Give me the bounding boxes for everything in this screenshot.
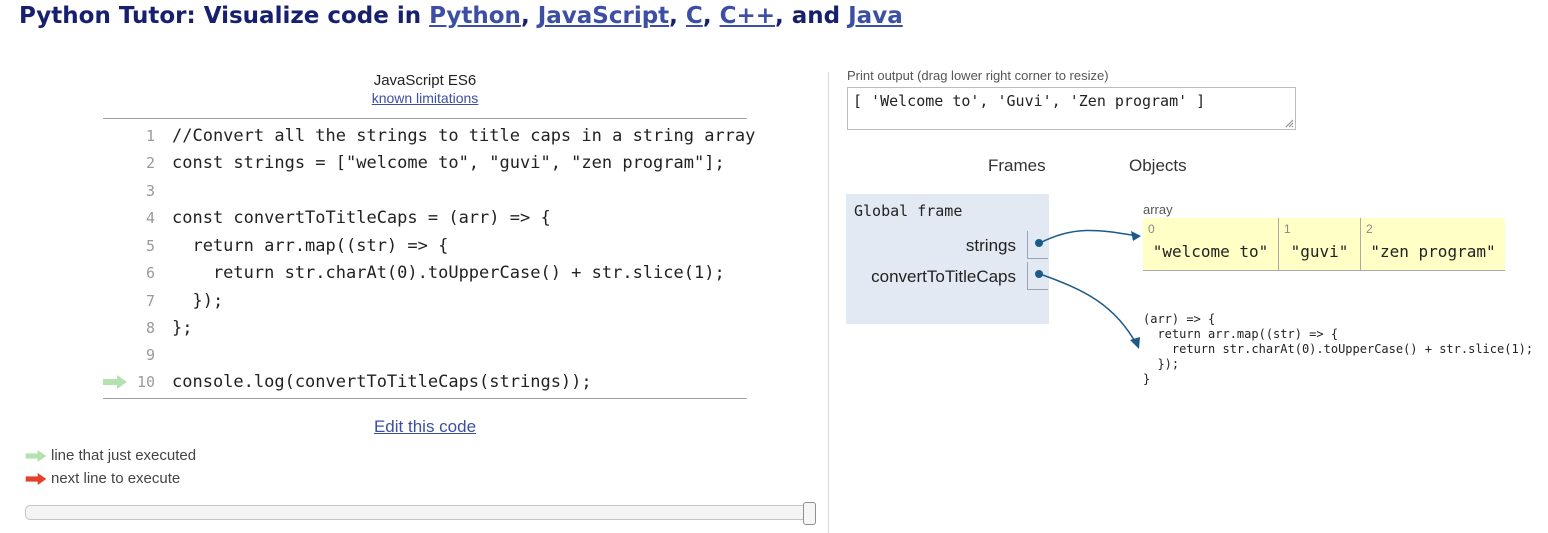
var-strings: strings — [965, 236, 1016, 255]
global-frame: Global frame strings convertToTitleCaps — [846, 194, 1049, 324]
array-value: "guvi" — [1290, 242, 1349, 261]
line-number: 1 — [145, 127, 155, 145]
array-value: "zen program" — [1370, 242, 1496, 261]
code-line: 3 — [103, 178, 747, 205]
code-bottom-divider — [103, 398, 747, 399]
var-convertToTitleCaps: convertToTitleCaps — [871, 267, 1016, 286]
title-sep: , — [702, 3, 720, 29]
array-cell: 1 "guvi" — [1278, 218, 1360, 270]
page-title: Python Tutor: Visualize code in Python , … — [19, 3, 903, 29]
red-arrow-icon — [25, 473, 47, 486]
limitations-container: known limitations — [103, 90, 747, 106]
array-index: 0 — [1148, 222, 1155, 236]
array-type-label: array — [1143, 202, 1173, 217]
legend-next-line: next line to execute — [25, 470, 180, 487]
green-arrow-icon — [25, 450, 47, 463]
code-line: 6 return str.charAt(0).toUpperCase() + s… — [103, 260, 747, 287]
code-line: 8}; — [103, 315, 747, 342]
cpp-link[interactable]: C++ — [720, 3, 775, 29]
language-label: JavaScript ES6 — [373, 72, 477, 89]
legend-label: next line to execute — [51, 470, 181, 487]
arrowhead-function — [1130, 337, 1140, 349]
line-number: 8 — [145, 319, 155, 337]
frames-heading: Frames — [988, 156, 1046, 175]
objects-heading: Objects — [1129, 156, 1187, 175]
title-prefix: Python Tutor: Visualize code in — [19, 3, 430, 29]
python-link[interactable]: Python — [429, 3, 521, 29]
code-line: 9 — [103, 342, 747, 369]
array-value: "welcome to" — [1152, 242, 1269, 261]
java-link[interactable]: Java — [848, 3, 903, 29]
known-limitations-link[interactable]: known limitations — [372, 90, 479, 106]
code-text: return str.charAt(0).toUpperCase() + str… — [172, 263, 725, 283]
code-text: console.log(convertToTitleCaps(strings))… — [172, 372, 592, 392]
resize-grip-icon[interactable] — [1284, 118, 1294, 128]
function-object: (arr) => { return arr.map((str) => { ret… — [1143, 312, 1534, 386]
edit-container: Edit this code — [103, 417, 747, 437]
pointer-dot — [1035, 270, 1043, 278]
line-number: 4 — [145, 209, 155, 227]
array-index: 2 — [1366, 222, 1373, 236]
code-line: 4 const convertToTitleCaps = (arr) => { — [103, 205, 747, 232]
code-line: 5 return arr.map((str) => { — [103, 233, 747, 260]
code-text: }); — [172, 291, 224, 311]
code-top-divider — [103, 118, 747, 119]
pointer-arrow-function — [1039, 273, 1138, 346]
print-output-box[interactable]: [ 'Welcome to', 'Guvi', 'Zen program' ] — [847, 87, 1296, 130]
line-number: 2 — [145, 154, 155, 172]
print-output-text: [ 'Welcome to', 'Guvi', 'Zen program' ] — [853, 92, 1206, 110]
pointer-dot — [1035, 239, 1043, 247]
code-line: 2 const strings = ["welcome to", "guvi", … — [103, 150, 747, 177]
title-sep: , and — [775, 3, 849, 29]
edit-code-link[interactable]: Edit this code — [374, 417, 476, 436]
code-text: //Convert all the strings to title caps … — [172, 126, 756, 146]
code-text: const strings = ["welcome to", "guvi", "… — [172, 153, 725, 173]
step-slider-handle[interactable] — [803, 502, 816, 525]
code-line: 7 }); — [103, 288, 747, 315]
code-line: 1 //Convert all the strings to title caps… — [103, 123, 755, 150]
line-number: 7 — [145, 292, 155, 310]
line-number: 10 — [136, 373, 155, 391]
line-number: 5 — [145, 237, 155, 255]
array-cell: 0 "welcome to" — [1143, 218, 1278, 270]
javascript-link[interactable]: JavaScript — [538, 3, 669, 29]
global-frame-title: Global frame — [854, 202, 963, 220]
code-line: 10 console.log(convertToTitleCaps(strings… — [103, 369, 747, 396]
pane-divider — [828, 72, 829, 533]
code-text: const convertToTitleCaps = (arr) => { — [172, 208, 551, 228]
c-link[interactable]: C — [686, 3, 703, 29]
array-cell: 2 "zen program" — [1360, 218, 1505, 270]
line-number: 9 — [145, 346, 155, 364]
code-text: return arr.map((str) => { — [172, 236, 449, 256]
legend-label: line that just executed — [51, 447, 197, 464]
step-slider-track[interactable] — [25, 505, 815, 520]
line-number: 3 — [145, 182, 155, 200]
code-text: }; — [172, 318, 193, 338]
legend-just-executed: line that just executed — [25, 447, 196, 464]
print-output-label: Print output (drag lower right corner to… — [847, 68, 1109, 83]
array-index: 1 — [1284, 222, 1291, 236]
title-sep: , — [520, 3, 538, 29]
title-sep: , — [669, 3, 686, 29]
array-object: 0 "welcome to" 1 "guvi" 2 "zen program" — [1143, 218, 1505, 271]
pointer-arrow-strings — [1039, 229, 1139, 244]
arrowhead-strings — [1131, 231, 1141, 241]
line-number: 6 — [145, 264, 155, 282]
